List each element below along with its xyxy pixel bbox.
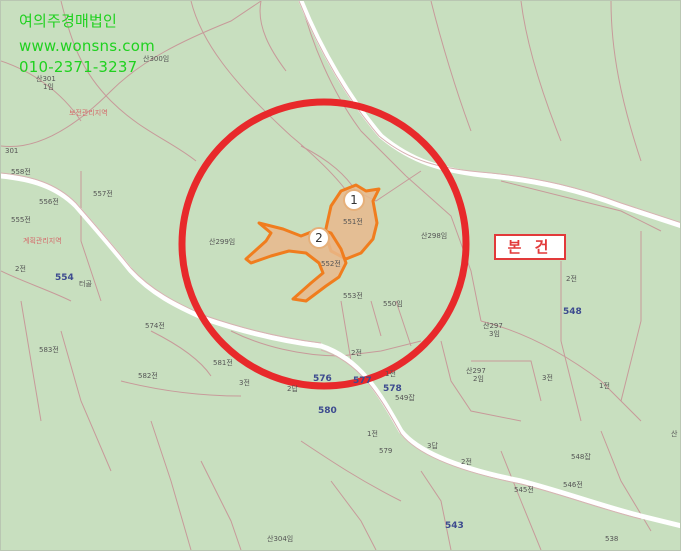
- parcel-label-582: 582전: [138, 372, 158, 380]
- block-number-554: 554: [55, 273, 74, 283]
- zone-label-conservation: 보전관리지역: [69, 109, 108, 117]
- parcel-label-2dap: 2답: [287, 385, 298, 393]
- cadastral-map[interactable]: 여의주경매법인 www.wonsns.com 010-2371-3237 1 2…: [0, 0, 681, 551]
- parcel-label-552: 552전: [321, 260, 341, 268]
- parcel-label-2jeon-d: 2전: [351, 349, 362, 357]
- place-label-teogol: 터골: [79, 280, 92, 288]
- parcel-label-574: 574전: [145, 322, 165, 330]
- parcel-label-551: 551전: [343, 218, 363, 226]
- parcel-label-2jeon-b: 2전: [566, 275, 577, 283]
- parcel-label-s299: 산299임: [209, 238, 236, 246]
- parcel-label-3jeon-a: 3전: [239, 379, 250, 387]
- block-number-576: 576: [313, 374, 332, 384]
- parcel-label-s300: 산300임: [143, 55, 170, 63]
- parcel-label-1jeon-b: 1전: [599, 382, 610, 390]
- parcel-label-edge-san: 산: [671, 430, 678, 438]
- block-number-578: 578: [383, 384, 402, 394]
- parcel-marker-2[interactable]: 2: [308, 227, 330, 249]
- parcel-marker-1[interactable]: 1: [343, 189, 365, 211]
- parcel-label-1jeon-a: 1전: [385, 370, 396, 378]
- block-number-548: 548: [563, 307, 582, 317]
- parcel-label-550: 550임: [383, 300, 403, 308]
- parcel-label-555: 555전: [11, 216, 31, 224]
- parcel-label-1jeon-c: 1전: [367, 430, 378, 438]
- parcel-label-545: 545전: [514, 486, 534, 494]
- parcel-label-579: 579: [379, 447, 393, 455]
- parcel-label-538: 538: [605, 535, 619, 543]
- agency-name: 여의주경매법인: [19, 12, 118, 30]
- parcel-label-558: 558전: [11, 168, 31, 176]
- parcel-label-s297b-sub: 2임: [473, 375, 484, 383]
- parcel-label-s297a-sub: 3임: [489, 330, 500, 338]
- block-number-577: 577: [353, 376, 372, 386]
- parcel-label-556: 556전: [39, 198, 59, 206]
- parcel-label-2jeon-a: 2전: [15, 265, 26, 273]
- parcel-label-s304: 산304임: [267, 535, 294, 543]
- parcel-label-548-jap: 548잡: [571, 453, 591, 461]
- parcel-label-s301-sub: 1임: [43, 83, 54, 91]
- subject-parcels: [178, 98, 470, 390]
- parcel-label-301: 301: [5, 147, 19, 155]
- parcel-label-s298: 산298임: [421, 232, 448, 240]
- parcel-label-2jeon-c: 2전: [461, 458, 472, 466]
- parcel-label-549: 549잡: [395, 394, 415, 402]
- agency-website[interactable]: www.wonsns.com: [19, 37, 155, 56]
- block-number-543: 543: [445, 521, 464, 531]
- parcel-label-583: 583전: [39, 346, 59, 354]
- parcel-label-3jeon-b: 3전: [542, 374, 553, 382]
- parcel-label-557: 557전: [93, 190, 113, 198]
- zone-label-planning: 계획관리지역: [23, 237, 62, 245]
- parcel-label-553: 553전: [343, 292, 363, 300]
- parcel-label-581: 581전: [213, 359, 233, 367]
- parcel-label-546: 546전: [563, 481, 583, 489]
- block-number-580: 580: [318, 406, 337, 416]
- subject-property-label: 본 건: [494, 234, 566, 260]
- parcel-label-3dap: 3답: [427, 442, 438, 450]
